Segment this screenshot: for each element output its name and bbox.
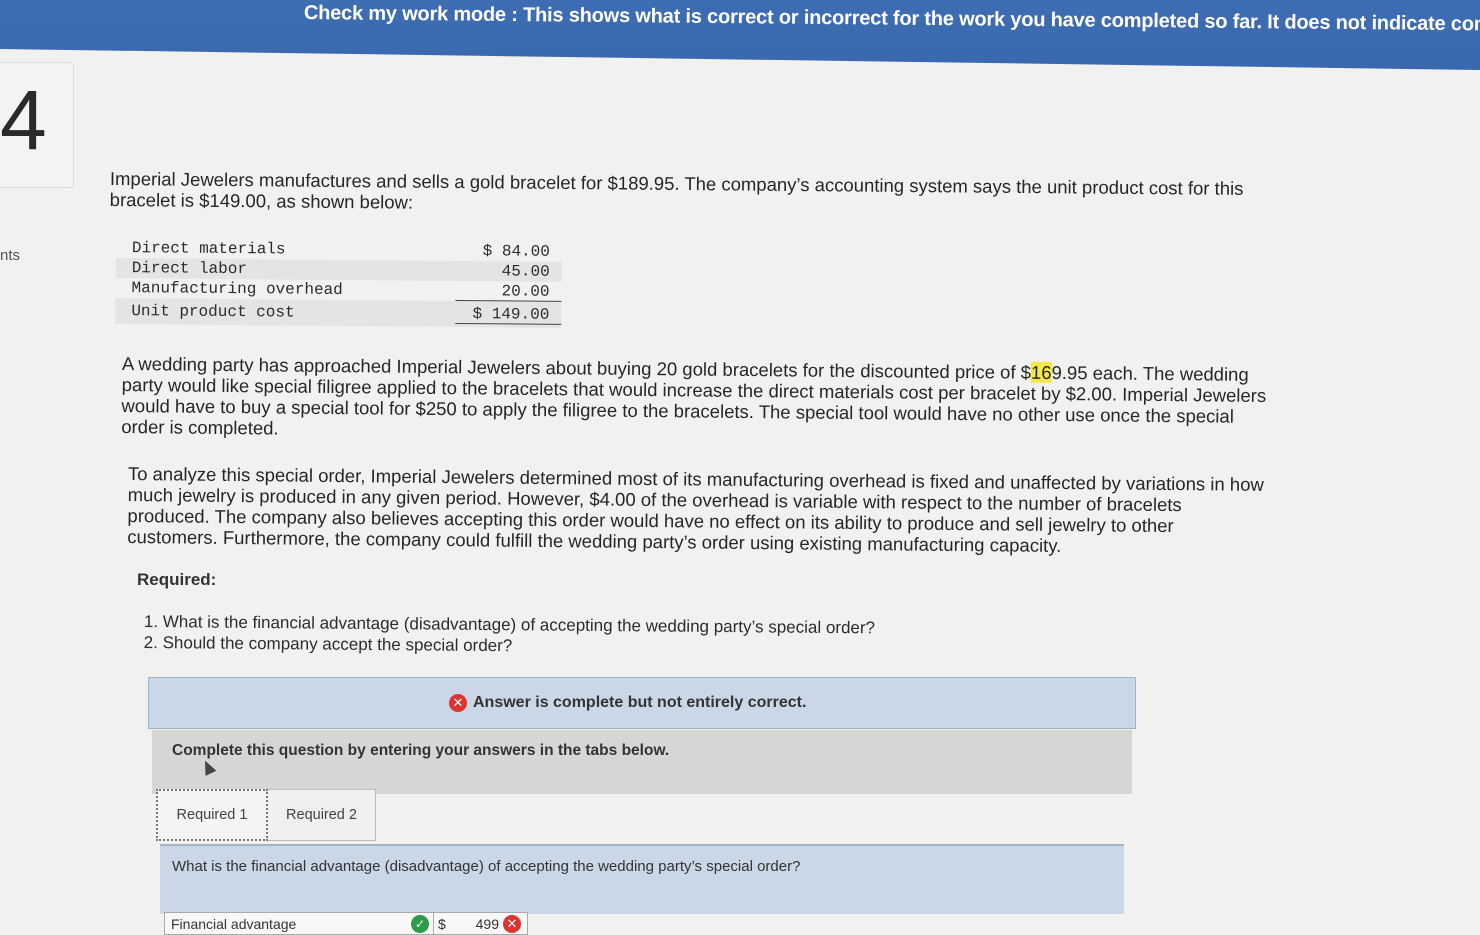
check-icon: ✓ xyxy=(411,914,429,933)
answer-row: Financial advantage ✓ $ 499 ✕ xyxy=(164,912,528,935)
answer-status-text: Answer is complete but not entirely corr… xyxy=(473,694,807,711)
cost-value: $ 149.00 xyxy=(455,304,562,325)
panel-question: What is the financial advantage (disadva… xyxy=(172,858,801,875)
check-my-work-banner: Check my work mode : This shows what is … xyxy=(0,0,1480,70)
unit-cost-table: Direct materials $ 84.00 Direct labor 45… xyxy=(115,238,562,328)
answer-value-input[interactable]: 499 xyxy=(463,916,503,932)
question-panel: What is the financial advantage (disadva… xyxy=(160,844,1124,914)
required-list: 1. What is the financial advantage (disa… xyxy=(144,611,875,659)
highlighted-text: 16 xyxy=(1030,361,1052,383)
cost-value: 45.00 xyxy=(501,262,550,281)
problem-intro: Imperial Jewelers manufactures and sells… xyxy=(109,168,1244,213)
cost-label: Unit product cost xyxy=(131,302,295,322)
tab-required-2[interactable]: Required 2 xyxy=(268,789,376,841)
required-heading: Required: xyxy=(137,570,217,589)
currency-symbol: $ xyxy=(433,913,463,934)
analysis-paragraph: To analyze this special order, Imperial … xyxy=(127,463,1264,556)
points-label: nts xyxy=(0,247,21,264)
answer-label-correct: ✓ xyxy=(411,914,433,933)
special-order-paragraph: A wedding party has approached Imperial … xyxy=(121,353,1272,448)
cost-label: Manufacturing overhead xyxy=(131,279,343,299)
question-number: 4 xyxy=(0,73,47,167)
instructions-text: Complete this question by entering your … xyxy=(172,742,670,759)
cost-value: $ 84.00 xyxy=(482,242,550,261)
answer-label-select[interactable]: Financial advantage xyxy=(165,916,411,932)
x-icon: ✕ xyxy=(503,914,521,933)
cost-row-unit-product-cost: Unit product cost $ 149.00 xyxy=(115,297,562,328)
cost-value: 20.00 xyxy=(455,281,562,302)
cost-label: Direct labor xyxy=(131,259,248,279)
required-tabs: Required 1 Required 2 xyxy=(156,789,376,841)
instructions-bar: Complete this question by entering your … xyxy=(152,730,1132,794)
banner-text: Check my work mode : This shows what is … xyxy=(303,2,1480,36)
tab-required-1[interactable]: Required 1 xyxy=(156,789,268,841)
cost-label: Direct materials xyxy=(131,239,286,259)
answer-status: ✕ Answer is complete but not entirely co… xyxy=(449,694,806,712)
answer-status-banner: ✕ Answer is complete but not entirely co… xyxy=(148,677,1136,729)
x-icon: ✕ xyxy=(449,694,467,712)
